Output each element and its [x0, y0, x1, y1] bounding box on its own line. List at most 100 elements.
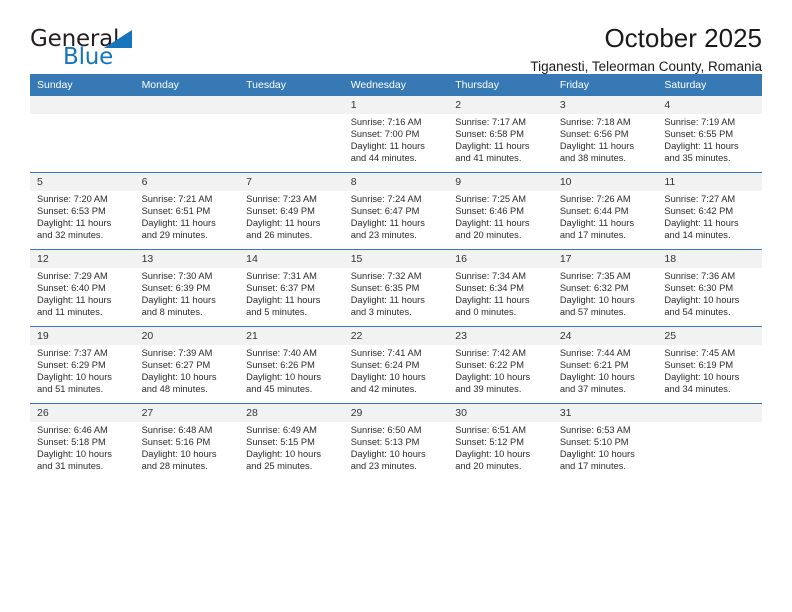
sunrise-text: Sunrise: 6:46 AM [37, 425, 108, 435]
sunrise-text: Sunrise: 7:37 AM [37, 348, 108, 358]
day-cell[interactable]: 20 Sunrise: 7:39 AM Sunset: 6:27 PM Dayl… [134, 326, 240, 404]
day-cell[interactable]: 16 Sunrise: 7:34 AM Sunset: 6:34 PM Dayl… [448, 249, 553, 327]
day-cell[interactable]: 14 Sunrise: 7:31 AM Sunset: 6:37 PM Dayl… [239, 249, 344, 327]
day-number: 18 [657, 250, 762, 268]
daylight-text: Daylight: 11 hours and 14 minutes. [664, 218, 739, 241]
day-cell[interactable]: 12 Sunrise: 7:29 AM Sunset: 6:40 PM Dayl… [30, 249, 135, 327]
day-number [134, 96, 240, 114]
day-cell[interactable]: 11 Sunrise: 7:27 AM Sunset: 6:42 PM Dayl… [657, 172, 762, 250]
sunset-text: Sunset: 6:34 PM [455, 283, 524, 294]
sunset-text: Sunset: 6:47 PM [350, 206, 420, 217]
day-number: 17 [552, 250, 658, 268]
day-cell[interactable]: 19 Sunrise: 7:37 AM Sunset: 6:29 PM Dayl… [30, 326, 135, 404]
sunset-text: Sunset: 6:32 PM [559, 283, 629, 294]
day-number [239, 96, 344, 114]
day-cell[interactable]: 21 Sunrise: 7:40 AM Sunset: 6:26 PM Dayl… [239, 326, 344, 404]
day-cell[interactable]: 30 Sunrise: 6:51 AM Sunset: 5:12 PM Dayl… [448, 403, 553, 480]
day-number: 6 [134, 173, 240, 191]
day-cell[interactable]: 27 Sunrise: 6:48 AM Sunset: 5:16 PM Dayl… [134, 403, 240, 480]
sunrise-text: Sunrise: 7:26 AM [559, 194, 631, 204]
day-cell[interactable]: 15 Sunrise: 7:32 AM Sunset: 6:35 PM Dayl… [343, 249, 449, 327]
day-cell[interactable]: 7 Sunrise: 7:23 AM Sunset: 6:49 PM Dayli… [239, 172, 344, 250]
calendar-week-row: 19 Sunrise: 7:37 AM Sunset: 6:29 PM Dayl… [30, 326, 762, 404]
day-cell[interactable]: 28 Sunrise: 6:49 AM Sunset: 5:15 PM Dayl… [239, 403, 344, 480]
day-cell[interactable]: 1 Sunrise: 7:16 AM Sunset: 7:00 PM Dayli… [343, 96, 449, 173]
sunrise-text: Sunrise: 7:31 AM [246, 271, 317, 281]
day-cell[interactable]: 2 Sunrise: 7:17 AM Sunset: 6:58 PM Dayli… [448, 96, 553, 173]
weekday-header-sunday: Sunday [30, 74, 135, 96]
day-cell[interactable]: 26 Sunrise: 6:46 AM Sunset: 5:18 PM Dayl… [30, 403, 135, 480]
location-subtitle: Tiganesti, Teleorman County, Romania [530, 59, 762, 74]
weekday-header-row: Sunday Monday Tuesday Wednesday Thursday… [30, 74, 762, 96]
sunset-text: Sunset: 6:44 PM [559, 206, 629, 217]
day-cell[interactable]: 3 Sunrise: 7:18 AM Sunset: 6:56 PM Dayli… [552, 96, 658, 173]
weekday-header-monday: Monday [134, 74, 240, 96]
day-cell[interactable]: 8 Sunrise: 7:24 AM Sunset: 6:47 PM Dayli… [343, 172, 449, 250]
calendar-page: General Blue October 2025 Tiganesti, Tel… [0, 0, 792, 612]
daylight-text: Daylight: 11 hours and 35 minutes. [664, 141, 739, 164]
day-cell[interactable]: 13 Sunrise: 7:30 AM Sunset: 6:39 PM Dayl… [134, 249, 240, 327]
day-details: Sunrise: 7:35 AM Sunset: 6:32 PM Dayligh… [553, 268, 658, 318]
day-cell[interactable]: 18 Sunrise: 7:36 AM Sunset: 6:30 PM Dayl… [657, 249, 762, 327]
sunrise-text: Sunrise: 6:50 AM [350, 425, 422, 435]
brand-logo[interactable]: General Blue [30, 26, 210, 74]
day-details: Sunrise: 6:51 AM Sunset: 5:12 PM Dayligh… [448, 422, 553, 472]
page-title: October 2025 [604, 23, 762, 53]
sunset-text: Sunset: 5:16 PM [141, 437, 211, 448]
sunrise-text: Sunrise: 7:41 AM [350, 348, 422, 358]
day-details: Sunrise: 7:45 AM Sunset: 6:19 PM Dayligh… [657, 345, 762, 395]
day-details: Sunrise: 7:42 AM Sunset: 6:22 PM Dayligh… [448, 345, 553, 395]
day-cell[interactable]: 5 Sunrise: 7:20 AM Sunset: 6:53 PM Dayli… [30, 172, 135, 250]
daylight-text: Daylight: 11 hours and 8 minutes. [141, 295, 216, 318]
day-number: 10 [552, 173, 658, 191]
day-cell[interactable]: 6 Sunrise: 7:21 AM Sunset: 6:51 PM Dayli… [134, 172, 240, 250]
daylight-text: Daylight: 10 hours and 54 minutes. [664, 295, 740, 318]
calendar-week-row: 12 Sunrise: 7:29 AM Sunset: 6:40 PM Dayl… [30, 249, 762, 327]
weekday-header-saturday: Saturday [657, 74, 762, 96]
day-details: Sunrise: 7:29 AM Sunset: 6:40 PM Dayligh… [30, 268, 135, 318]
sunset-text: Sunset: 6:40 PM [37, 283, 106, 294]
sunrise-text: Sunrise: 7:45 AM [664, 348, 736, 358]
day-details: Sunrise: 7:44 AM Sunset: 6:21 PM Dayligh… [553, 345, 658, 395]
sunset-text: Sunset: 5:15 PM [246, 437, 315, 448]
day-details: Sunrise: 7:16 AM Sunset: 7:00 PM Dayligh… [344, 114, 449, 164]
day-number: 30 [448, 404, 553, 422]
day-cell[interactable]: 25 Sunrise: 7:45 AM Sunset: 6:19 PM Dayl… [657, 326, 762, 404]
sunrise-text: Sunrise: 6:49 AM [246, 425, 317, 435]
day-number: 4 [657, 96, 762, 114]
sunset-text: Sunset: 6:21 PM [559, 360, 629, 371]
daylight-text: Daylight: 11 hours and 17 minutes. [559, 218, 635, 241]
day-number: 25 [657, 327, 762, 345]
day-cell[interactable]: 23 Sunrise: 7:42 AM Sunset: 6:22 PM Dayl… [448, 326, 553, 404]
day-cell[interactable]: 31 Sunrise: 6:53 AM Sunset: 5:10 PM Dayl… [552, 403, 658, 480]
day-cell[interactable]: 17 Sunrise: 7:35 AM Sunset: 6:32 PM Dayl… [552, 249, 658, 327]
calendar-week-row: 1 Sunrise: 7:16 AM Sunset: 7:00 PM Dayli… [30, 96, 762, 173]
day-details: Sunrise: 7:21 AM Sunset: 6:51 PM Dayligh… [135, 191, 240, 241]
day-cell[interactable]: 29 Sunrise: 6:50 AM Sunset: 5:13 PM Dayl… [343, 403, 449, 480]
day-number: 23 [448, 327, 553, 345]
daylight-text: Daylight: 11 hours and 32 minutes. [37, 218, 112, 241]
day-cell[interactable]: 9 Sunrise: 7:25 AM Sunset: 6:46 PM Dayli… [448, 172, 553, 250]
day-cell[interactable]: 10 Sunrise: 7:26 AM Sunset: 6:44 PM Dayl… [552, 172, 658, 250]
day-details: Sunrise: 7:34 AM Sunset: 6:34 PM Dayligh… [448, 268, 553, 318]
day-cell [134, 96, 240, 173]
day-cell[interactable]: 24 Sunrise: 7:44 AM Sunset: 6:21 PM Dayl… [552, 326, 658, 404]
day-cell[interactable]: 22 Sunrise: 7:41 AM Sunset: 6:24 PM Dayl… [343, 326, 449, 404]
sunrise-text: Sunrise: 7:40 AM [246, 348, 317, 358]
day-cell [239, 96, 344, 173]
day-cell[interactable]: 4 Sunrise: 7:19 AM Sunset: 6:55 PM Dayli… [657, 96, 762, 173]
page-header: General Blue October 2025 Tiganesti, Tel… [30, 0, 762, 74]
day-number: 7 [239, 173, 344, 191]
day-number: 21 [239, 327, 344, 345]
sunset-text: Sunset: 6:19 PM [664, 360, 734, 371]
day-number [657, 404, 762, 422]
day-number: 24 [552, 327, 658, 345]
sunrise-text: Sunrise: 7:21 AM [141, 194, 213, 204]
daylight-text: Daylight: 11 hours and 3 minutes. [350, 295, 425, 318]
day-details: Sunrise: 7:18 AM Sunset: 6:56 PM Dayligh… [553, 114, 658, 164]
day-number: 12 [30, 250, 135, 268]
sunrise-text: Sunrise: 7:27 AM [664, 194, 736, 204]
sunset-text: Sunset: 6:26 PM [246, 360, 315, 371]
day-details: Sunrise: 7:39 AM Sunset: 6:27 PM Dayligh… [135, 345, 240, 395]
day-number: 28 [239, 404, 344, 422]
